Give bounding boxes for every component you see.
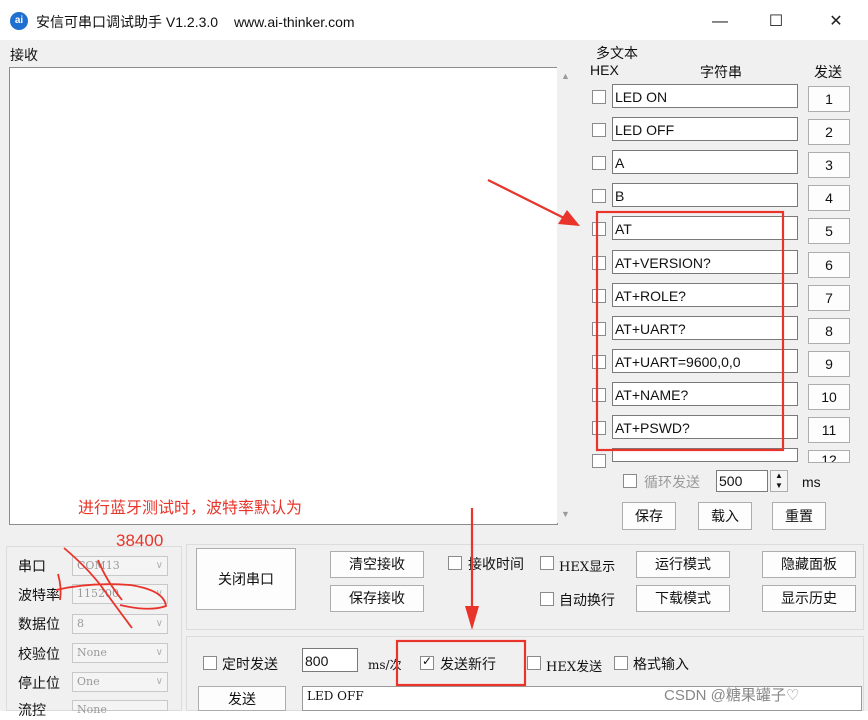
annotation-arrowhead — [558, 210, 580, 226]
annotation-scribble — [55, 547, 167, 629]
annotation-arrow-line — [487, 179, 571, 222]
highlight-box-send-newline — [395, 639, 527, 687]
annotation-scribble-2 — [57, 573, 62, 601]
highlight-box-at-commands — [595, 210, 785, 452]
annotation-arrowhead-down — [465, 606, 479, 630]
watermark: CSDN @糖果罐子♡ — [664, 687, 800, 704]
annotation-overlay — [55, 179, 785, 687]
